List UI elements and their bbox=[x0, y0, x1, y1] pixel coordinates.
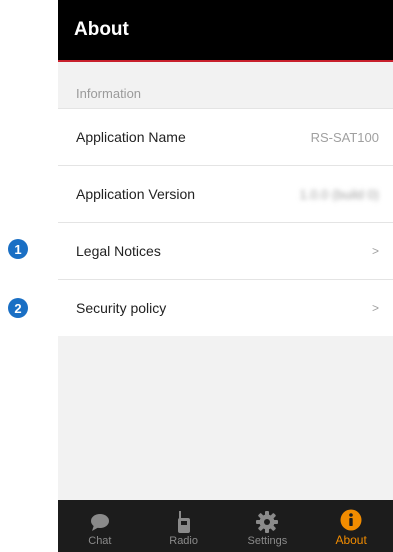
radio-icon bbox=[177, 511, 190, 533]
chat-bubble-icon bbox=[90, 514, 109, 531]
tab-chat[interactable]: Chat bbox=[58, 500, 142, 552]
tab-label: Settings bbox=[247, 535, 288, 547]
tab-radio[interactable]: Radio bbox=[142, 500, 226, 552]
section-header: Information bbox=[76, 86, 142, 101]
tab-label: Chat bbox=[88, 535, 112, 547]
row-value: RS-SAT100 bbox=[310, 129, 379, 145]
page-title: About bbox=[74, 19, 129, 40]
row-application-version: Application Version 1.0.0 (build 0) bbox=[58, 165, 393, 222]
row-label: Security policy bbox=[76, 300, 167, 316]
gear-icon bbox=[256, 511, 279, 533]
info-icon bbox=[340, 509, 362, 531]
row-application-name: Application Name RS-SAT100 bbox=[58, 108, 393, 165]
callout-badge-2: 2 bbox=[8, 298, 28, 318]
bottom-tab-bar: Chat Radio Settings About bbox=[58, 500, 393, 552]
app-header: About bbox=[58, 0, 393, 62]
row-label: Application Name bbox=[76, 129, 186, 145]
row-label: Application Version bbox=[76, 186, 196, 202]
phone-screen: About Information Application Name RS-SA… bbox=[58, 0, 393, 552]
row-legal-notices[interactable]: Legal Notices > bbox=[58, 222, 393, 279]
tab-label: About bbox=[335, 533, 367, 547]
tab-label: Radio bbox=[169, 535, 198, 547]
callout-badge-1: 1 bbox=[8, 239, 28, 259]
row-label: Legal Notices bbox=[76, 243, 161, 259]
tab-settings[interactable]: Settings bbox=[226, 500, 310, 552]
row-security-policy[interactable]: Security policy > bbox=[58, 279, 393, 336]
tab-about[interactable]: About bbox=[309, 500, 393, 552]
chevron-right-icon: > bbox=[371, 301, 379, 315]
row-value: 1.0.0 (build 0) bbox=[299, 186, 380, 202]
chevron-right-icon: > bbox=[371, 244, 379, 258]
